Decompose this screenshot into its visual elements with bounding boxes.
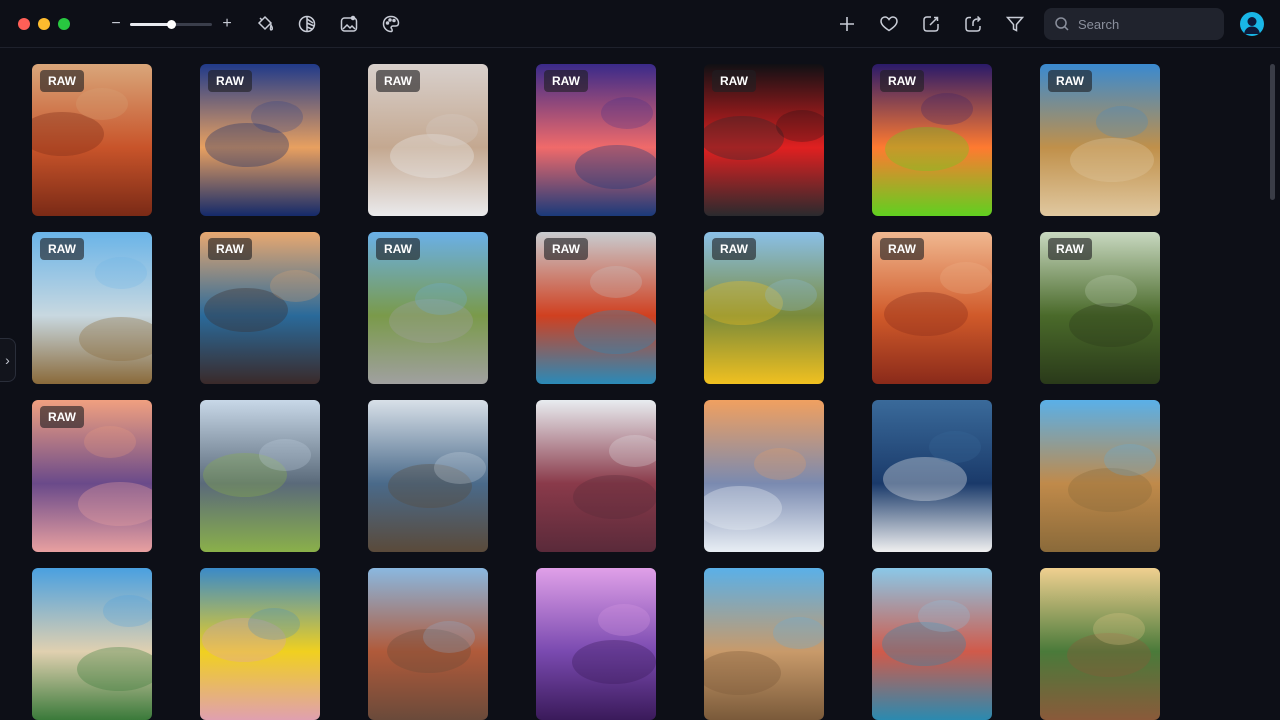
photo-thumbnail[interactable]: RAW [536,232,656,384]
photo-thumbnail[interactable] [872,400,992,552]
avatar[interactable] [1240,12,1264,36]
photo-thumbnail[interactable]: RAW [872,64,992,216]
filter-icon[interactable] [1004,13,1026,35]
zoom-slider[interactable] [130,20,212,29]
raw-badge: RAW [1048,70,1092,92]
snowflake-icon [704,400,824,552]
zoom-out-button[interactable]: − [109,14,123,34]
photo-thumbnail[interactable] [704,568,824,720]
scrollbar[interactable] [1270,64,1275,200]
canal-icon [872,568,992,720]
photo-thumbnail[interactable] [872,568,992,720]
photo-thumbnail[interactable]: RAW [704,64,824,216]
zoom-window-button[interactable] [58,18,70,30]
alley-icon [368,568,488,720]
title-bar: − + [0,0,1280,48]
photo-thumbnail[interactable]: RAW [32,232,152,384]
photo-thumbnail[interactable] [536,568,656,720]
plus-icon[interactable] [836,13,858,35]
photo-thumbnail[interactable] [1040,400,1160,552]
raw-badge: RAW [712,70,756,92]
raw-badge: RAW [544,238,588,260]
raw-badge: RAW [40,238,84,260]
castle-icon [1040,400,1160,552]
edit-icon[interactable] [920,13,942,35]
mountain-icon [200,400,320,552]
photo-thumbnail[interactable] [200,568,320,720]
raw-badge: RAW [712,238,756,260]
photo-thumbnail[interactable] [1040,568,1160,720]
chevron-right-icon: › [5,352,10,368]
snow-icon [536,400,656,552]
paint-bucket-icon[interactable] [254,13,276,35]
zoom-in-button[interactable]: + [220,14,234,34]
sidebar-toggle-button[interactable]: › [0,338,16,382]
photo-thumbnail[interactable]: RAW [872,232,992,384]
photo-thumbnail[interactable] [200,400,320,552]
photo-thumbnail[interactable]: RAW [200,64,320,216]
photo-thumbnail[interactable]: RAW [704,232,824,384]
monster-icon [536,568,656,720]
photo-thumbnail[interactable] [32,568,152,720]
contrast-icon[interactable] [296,13,318,35]
raw-badge: RAW [880,238,924,260]
search-icon [1055,17,1069,31]
photo-grid: RAW RAW RAW RAW RAW RAW RAW RAW RAW RAW RAW RAW RAW R… [32,64,1172,720]
photo-thumbnail[interactable]: RAW [32,64,152,216]
photo-thumbnail[interactable]: RAW [536,64,656,216]
image-edit-icon[interactable] [338,13,360,35]
zoom-slider-fill [130,23,171,26]
photo-thumbnail[interactable] [368,568,488,720]
flag-icon [200,568,320,720]
photo-thumbnail[interactable] [536,400,656,552]
aerial-icon [1040,568,1160,720]
raw-badge: RAW [544,70,588,92]
photo-thumbnail[interactable]: RAW [1040,232,1160,384]
photo-thumbnail[interactable] [368,400,488,552]
share-icon[interactable] [962,13,984,35]
zoom-slider-knob[interactable] [166,20,176,29]
raw-badge: RAW [376,238,420,260]
palette-icon[interactable] [380,13,402,35]
raw-badge: RAW [40,70,84,92]
photo-thumbnail[interactable]: RAW [32,400,152,552]
lake-icon [368,400,488,552]
swan-icon [872,400,992,552]
minimize-window-button[interactable] [38,18,50,30]
raw-badge: RAW [208,70,252,92]
raw-badge: RAW [376,70,420,92]
close-window-button[interactable] [18,18,30,30]
photo-thumbnail[interactable] [704,400,824,552]
raw-badge: RAW [40,406,84,428]
raw-badge: RAW [880,70,924,92]
photo-thumbnail[interactable]: RAW [1040,64,1160,216]
raw-badge: RAW [1048,238,1092,260]
user-icon [1244,17,1260,34]
palm-icon [32,568,152,720]
search-box[interactable] [1044,8,1224,40]
photo-thumbnail[interactable]: RAW [200,232,320,384]
photo-thumbnail[interactable]: RAW [368,64,488,216]
photo-thumbnail[interactable]: RAW [368,232,488,384]
raw-badge: RAW [208,238,252,260]
village-icon [704,568,824,720]
heart-icon[interactable] [878,13,900,35]
search-input[interactable] [1078,8,1218,40]
